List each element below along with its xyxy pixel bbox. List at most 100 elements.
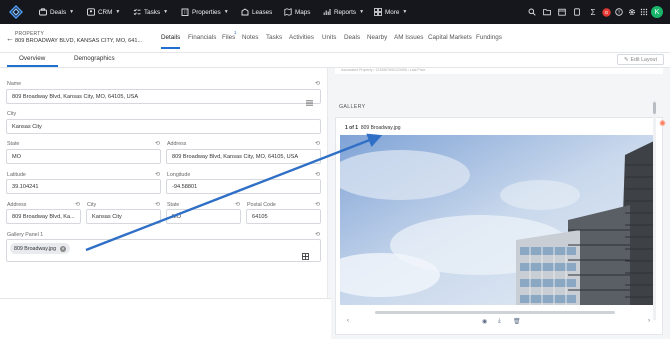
- city-field[interactable]: Kansas City: [6, 119, 321, 134]
- history-icon[interactable]: ⟲: [314, 140, 321, 147]
- history-icon[interactable]: ⟲: [314, 171, 321, 178]
- tab-notes[interactable]: Notes: [242, 34, 258, 41]
- tab-deals[interactable]: Deals: [344, 34, 360, 41]
- eye-icon[interactable]: ◉: [482, 318, 487, 325]
- page-scrollbar-thumb[interactable]: [653, 102, 656, 114]
- notification-icon[interactable]: [572, 7, 582, 17]
- nav-leases[interactable]: Leases: [240, 0, 272, 24]
- svg-text:?: ?: [618, 10, 621, 15]
- tab-units[interactable]: Units: [322, 34, 336, 41]
- download-icon[interactable]: ⤓: [498, 318, 501, 325]
- name-field[interactable]: 809 Broadway Blvd, Kansas City, MO, 6410…: [6, 89, 321, 104]
- longitude-field[interactable]: -94.58801: [166, 179, 321, 194]
- address2-label: Address: [7, 202, 27, 208]
- app-logo[interactable]: [9, 5, 23, 19]
- history-icon[interactable]: ⟲: [154, 201, 161, 208]
- latitude-field[interactable]: 39.104241: [6, 179, 161, 194]
- nav-reports[interactable]: Reports ▼: [322, 0, 364, 24]
- file-chip[interactable]: 809 Broadway.jpg ✕: [10, 243, 71, 254]
- city2-label: City: [87, 202, 97, 208]
- remove-icon[interactable]: ✕: [60, 245, 67, 252]
- tab-nearby[interactable]: Nearby: [367, 34, 387, 41]
- edit-layout-label: Edit Layout: [630, 56, 657, 63]
- horizontal-scrollbar[interactable]: [375, 311, 615, 314]
- gallery-header: GALLERY ⋮: [335, 97, 663, 117]
- page-scrollbar[interactable]: [653, 100, 656, 320]
- apps-icon[interactable]: [639, 7, 649, 17]
- search-icon[interactable]: [527, 7, 537, 17]
- nav-maps[interactable]: Maps: [283, 0, 310, 24]
- nav-properties[interactable]: Properties ▼: [180, 0, 229, 24]
- name-label: Name: [7, 81, 22, 87]
- chevron-down-icon: ▼: [69, 9, 75, 15]
- hubspot-icon[interactable]: ✺: [657, 118, 668, 129]
- history-icon[interactable]: ⟲: [314, 231, 321, 238]
- address2-field[interactable]: 809 Broadway Blvd, Ka...: [6, 209, 81, 224]
- tab-financials[interactable]: Financials: [188, 34, 216, 41]
- files-count-badge: 1: [234, 30, 237, 35]
- file-chip-label: 809 Broadway.jpg: [14, 245, 57, 252]
- sigma-icon[interactable]: Σ: [588, 7, 598, 17]
- state2-field[interactable]: MO: [166, 209, 241, 224]
- gallery-image[interactable]: [340, 135, 656, 305]
- city-label: City: [7, 111, 17, 117]
- gallery-panel-label: Gallery Panel 1: [7, 232, 44, 238]
- record-title: 809 BROADWAY BLVD, KANSAS CITY, MO, 641.…: [15, 38, 143, 44]
- folder-icon[interactable]: [542, 7, 552, 17]
- history-icon[interactable]: ⟲: [154, 171, 161, 178]
- contacts-icon: [86, 8, 95, 17]
- grid-icon: [373, 8, 382, 17]
- gallery-picker-icon[interactable]: [302, 247, 309, 260]
- user-badge[interactable]: G: [601, 7, 611, 17]
- nav-more[interactable]: More ▼: [373, 0, 407, 24]
- settings-icon[interactable]: [627, 7, 637, 17]
- trash-icon[interactable]: 🗑: [513, 318, 521, 325]
- avatar[interactable]: K: [651, 6, 663, 18]
- history-icon[interactable]: ⟲: [154, 140, 161, 147]
- property-form: ⟲ Name 809 Broadway Blvd, Kansas City, M…: [0, 68, 328, 298]
- top-nav: Deals ▼ CRM ▼ Tasks ▼ Properties ▼ Lease…: [0, 0, 670, 24]
- tab-tasks[interactable]: Tasks: [266, 34, 282, 41]
- state2-label: State: [167, 202, 180, 208]
- tab-am-issues[interactable]: AM Issues: [394, 34, 423, 41]
- latitude-label: Latitude: [7, 172, 26, 178]
- address-field[interactable]: 809 Broadway Blvd, Kansas City, MO, 6410…: [166, 149, 321, 164]
- chart-icon: [322, 8, 331, 17]
- briefcase-icon: [38, 8, 47, 17]
- tab-activities[interactable]: Activities: [289, 34, 314, 41]
- bottom-left-panel: [0, 298, 331, 339]
- tab-capital-markets[interactable]: Capital Markets: [428, 34, 472, 41]
- gallery-counter: 1 of 1 809 Broadway.jpg: [345, 125, 401, 131]
- nav-deals[interactable]: Deals ▼: [38, 0, 74, 24]
- city2-field[interactable]: Kansas City: [86, 209, 161, 224]
- checklist-icon: [132, 8, 141, 17]
- left-panel: ⟲ Name 809 Broadway Blvd, Kansas City, M…: [0, 68, 331, 298]
- record-header: ← PROPERTY 809 BROADWAY BLVD, KANSAS CIT…: [0, 24, 670, 53]
- tab-details[interactable]: Details: [161, 34, 181, 49]
- gallery-card: 1 of 1 809 Broadway.jpg ‹ ◉ ⤓ 🗑 ›: [335, 117, 663, 335]
- list-icon[interactable]: [306, 93, 313, 106]
- history-icon[interactable]: ⟲: [314, 80, 321, 87]
- tab-demographics[interactable]: Demographics: [74, 55, 115, 62]
- tab-files[interactable]: Files: [222, 34, 235, 41]
- tab-overview[interactable]: Overview: [6, 55, 59, 67]
- chevron-down-icon: ▼: [402, 9, 408, 15]
- tab-fundings[interactable]: Fundings: [476, 34, 502, 41]
- edit-layout-button[interactable]: ✎ Edit Layout: [617, 54, 664, 65]
- history-icon[interactable]: ⟲: [74, 201, 81, 208]
- back-arrow-icon[interactable]: ←: [6, 34, 14, 43]
- previous-icon[interactable]: ‹: [347, 318, 349, 324]
- nav-crm[interactable]: CRM ▼: [86, 0, 120, 24]
- calendar-icon[interactable]: [557, 7, 567, 17]
- record-type: PROPERTY: [15, 31, 45, 37]
- nav-label: More: [385, 8, 400, 16]
- next-icon[interactable]: ›: [648, 318, 650, 324]
- history-icon[interactable]: ⟲: [314, 201, 321, 208]
- nav-tasks[interactable]: Tasks ▼: [132, 0, 168, 24]
- history-icon[interactable]: ⟲: [234, 201, 241, 208]
- building-icon: [180, 8, 189, 17]
- chevron-down-icon: ▼: [115, 9, 121, 15]
- state-field[interactable]: MO: [6, 149, 161, 164]
- postal-code-field[interactable]: 64105: [246, 209, 321, 224]
- help-icon[interactable]: ?: [614, 7, 624, 17]
